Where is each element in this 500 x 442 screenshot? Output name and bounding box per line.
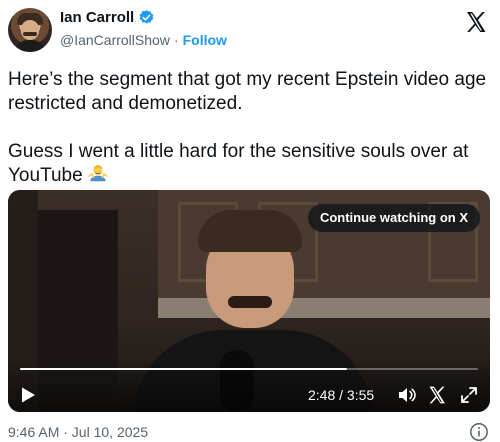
video-controls: 2:48 / 3:55	[8, 358, 490, 412]
author-display-name[interactable]: Ian Carroll	[60, 9, 134, 26]
avatar-face	[21, 20, 39, 40]
video-frame-person-mustache	[228, 296, 272, 308]
avatar-mustache	[23, 32, 37, 36]
continue-watching-button[interactable]: Continue watching on X	[307, 204, 480, 232]
volume-icon[interactable]	[397, 385, 417, 405]
avatar[interactable]	[8, 8, 52, 52]
tweet-timestamp[interactable]: 9:46 AM · Jul 10, 2025	[8, 424, 148, 440]
person-shrugging-icon	[88, 165, 108, 182]
x-logo-icon[interactable]	[464, 10, 488, 34]
tweet-text: Here’s the segment that got my recent Ep…	[8, 68, 488, 188]
tweet-body: Here’s the segment that got my recent Ep…	[8, 69, 487, 186]
video-player[interactable]: Continue watching on X 2:48 / 3:55	[8, 190, 490, 412]
progress-bar[interactable]	[20, 368, 478, 370]
x-logo-icon[interactable]	[427, 385, 447, 405]
name-row: Ian Carroll	[60, 9, 155, 26]
follow-button[interactable]: Follow	[183, 32, 227, 48]
video-time: 2:48 / 3:55	[308, 387, 375, 403]
author-handle[interactable]: @IanCarrollShow	[60, 32, 170, 48]
tweet-header: Ian Carroll @IanCarrollShow · Follow	[0, 0, 500, 58]
verified-badge-icon	[139, 10, 154, 24]
avatar-body	[14, 40, 46, 52]
handle-separator: ·	[173, 32, 179, 48]
fullscreen-icon[interactable]	[459, 385, 479, 405]
handle-row: @IanCarrollShow · Follow	[60, 32, 227, 48]
play-icon[interactable]	[18, 385, 38, 405]
video-frame-person-hair	[198, 210, 302, 252]
info-icon[interactable]	[469, 422, 489, 442]
progress-fill	[20, 368, 348, 370]
